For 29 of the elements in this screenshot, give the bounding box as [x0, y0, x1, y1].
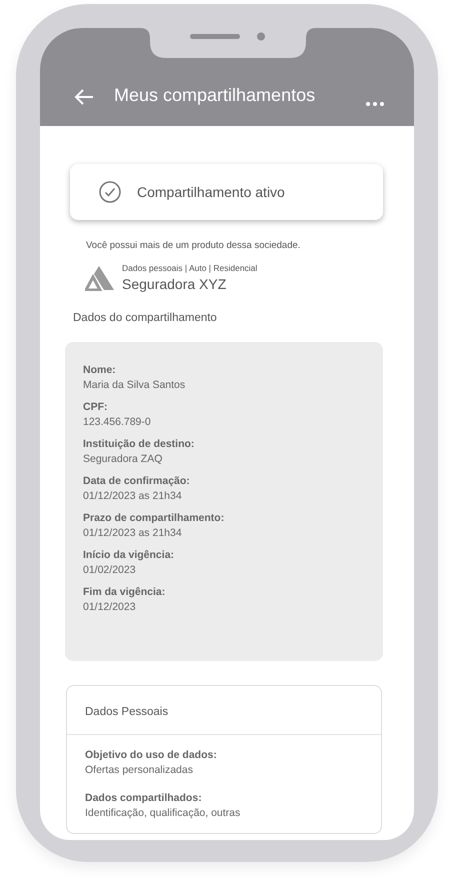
field-value: 01/12/2023	[83, 601, 137, 613]
field-value: Ofertas personalizadas	[85, 764, 194, 776]
status-label: Compartilhamento ativo	[137, 184, 285, 200]
logo-icon	[85, 264, 115, 290]
check-circle-icon	[99, 181, 121, 203]
field-label: Instituição de destino:	[83, 438, 196, 450]
categories-text: Dados pessoais | Auto | Residencial	[122, 263, 258, 273]
field-label: CPF:	[83, 401, 108, 413]
more-button[interactable]	[366, 102, 384, 106]
notice-text: Você possui mais de um produto dessa sociedade.	[86, 240, 302, 251]
field-value: Identificação, qualificação, outras	[85, 807, 242, 819]
field-label: Prazo de compartilhamento:	[83, 512, 226, 524]
field-label: Fim da vigência:	[83, 586, 166, 598]
field-label: Objetivo do uso de dados:	[85, 749, 218, 761]
field-label: Dados compartilhados:	[85, 792, 203, 804]
field-value: Maria da Silva Santos	[83, 379, 186, 391]
field-value: 01/02/2023	[83, 564, 137, 576]
field-value: 123.456.789-0	[83, 416, 152, 428]
card-title: Dados Pessoais	[67, 686, 381, 735]
institution-name: Seguradora XYZ	[122, 276, 228, 292]
field-value: 01/12/2023 as 21h34	[83, 527, 183, 539]
field-value: Seguradora ZAQ	[83, 453, 164, 465]
field-label: Data de confirmação:	[83, 475, 191, 487]
back-button[interactable]	[74, 88, 94, 106]
screen-title: Meus compartilhamentos	[114, 85, 316, 106]
field-value: 01/12/2023 as 21h34	[83, 490, 183, 502]
section-title: Dados do compartilhamento	[73, 312, 218, 324]
field-label: Nome:	[83, 364, 117, 376]
field-label: Início da vigência:	[83, 549, 176, 561]
